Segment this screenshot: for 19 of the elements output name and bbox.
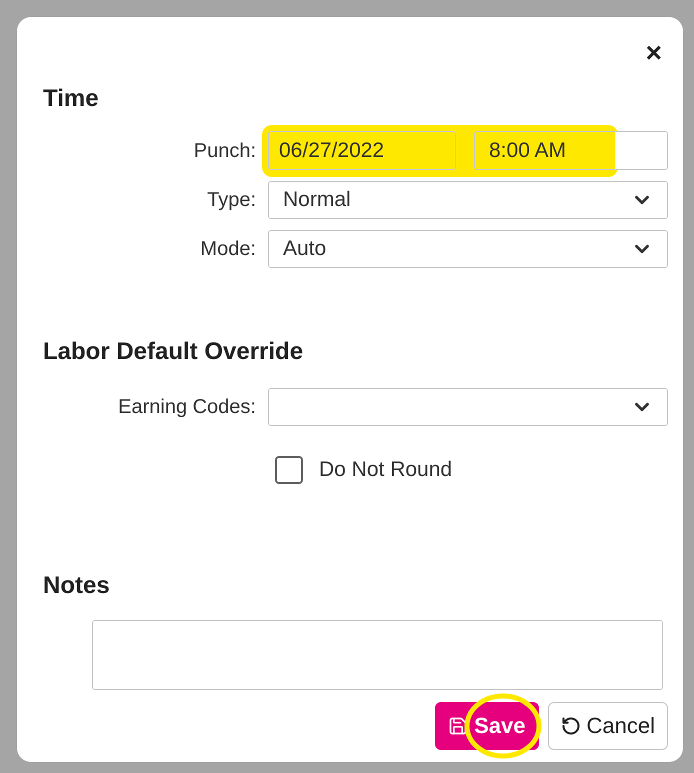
checkbox[interactable]	[275, 456, 303, 484]
notes-field[interactable]	[92, 620, 663, 690]
cancel-button[interactable]: Cancel	[548, 702, 668, 750]
date-field[interactable]: 06/27/2022	[268, 131, 456, 170]
field-label: Earning Codes:	[118, 395, 256, 420]
close-button[interactable]: ×	[646, 39, 662, 67]
select-field[interactable]	[268, 388, 668, 426]
select-field[interactable]: Auto	[268, 230, 668, 268]
section-heading: Labor Default Override	[43, 337, 304, 367]
field-label: Punch:	[194, 138, 256, 164]
time-field[interactable]: 8:00 AM	[474, 131, 668, 170]
section-heading: Time	[43, 84, 100, 114]
undo-icon	[560, 716, 581, 736]
field-label: Mode:	[200, 237, 256, 262]
checkbox-label: Do Not Round	[319, 457, 452, 483]
section-heading: Notes	[43, 570, 111, 600]
save-icon	[448, 716, 468, 736]
field-label: Type:	[207, 188, 256, 213]
select-field[interactable]: Normal	[268, 181, 668, 219]
